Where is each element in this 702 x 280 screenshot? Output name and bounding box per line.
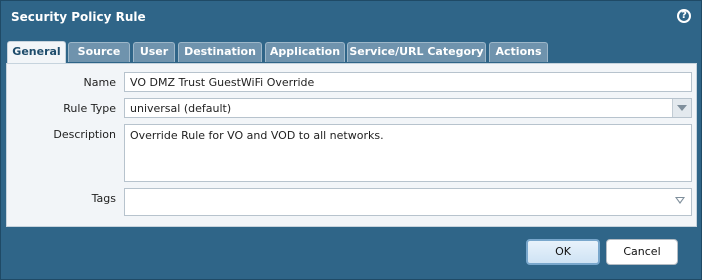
- rule-type-label: Rule Type: [63, 102, 116, 115]
- ok-button[interactable]: OK: [526, 239, 600, 265]
- cancel-button[interactable]: Cancel: [606, 239, 678, 265]
- description-label: Description: [53, 128, 116, 141]
- rule-type-select[interactable]: universal (default): [124, 98, 692, 118]
- chevron-down-icon[interactable]: [672, 99, 691, 117]
- tab-application[interactable]: Application: [265, 42, 345, 62]
- rule-type-value: universal (default): [130, 102, 232, 115]
- general-tab-panel: Name VO DMZ Trust GuestWiFi Override Rul…: [6, 63, 697, 227]
- funnel-down-icon[interactable]: [675, 197, 685, 204]
- tab-service-url-category[interactable]: Service/URL Category: [347, 42, 486, 62]
- tab-destination[interactable]: Destination: [178, 42, 262, 62]
- name-field[interactable]: VO DMZ Trust GuestWiFi Override: [124, 72, 692, 92]
- security-policy-rule-dialog: Security Policy Rule ? General Source Us…: [0, 0, 702, 280]
- name-label: Name: [83, 76, 116, 89]
- tab-user[interactable]: User: [133, 42, 175, 62]
- help-icon[interactable]: ?: [677, 9, 691, 23]
- tab-actions[interactable]: Actions: [489, 42, 548, 62]
- tags-label: Tags: [91, 192, 116, 205]
- tab-source[interactable]: Source: [68, 42, 130, 62]
- tab-general[interactable]: General: [7, 41, 66, 64]
- dialog-title: Security Policy Rule: [11, 10, 146, 24]
- tags-field[interactable]: [124, 188, 692, 216]
- description-textarea[interactable]: Override Rule for VO and VOD to all netw…: [124, 124, 692, 182]
- dialog-titlebar: Security Policy Rule ?: [1, 1, 701, 33]
